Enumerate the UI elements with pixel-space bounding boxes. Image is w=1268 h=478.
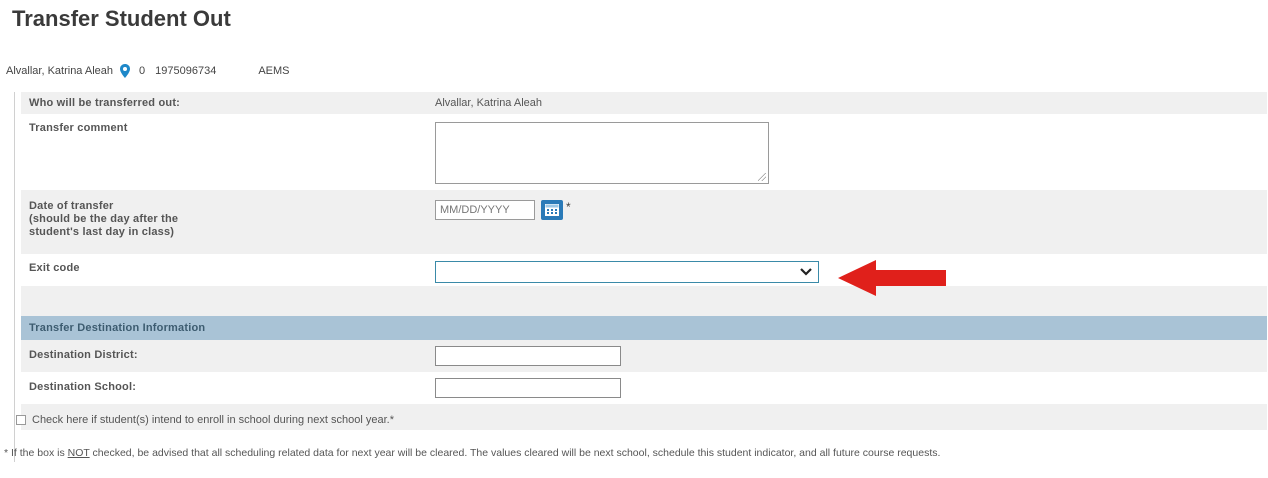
calendar-button[interactable]: [541, 200, 563, 220]
student-header: Alvallar, Katrina Aleah 0 1975096734 AEM…: [6, 64, 290, 78]
chevron-down-icon: [800, 268, 812, 276]
resize-grip-icon[interactable]: [758, 173, 766, 181]
student-grade: 0: [139, 65, 146, 77]
comment-label: Transfer comment: [29, 122, 128, 134]
destination-section-header: Transfer Destination Information: [21, 316, 1267, 340]
destination-school-input[interactable]: [435, 378, 621, 398]
enroll-next-year-label[interactable]: Check here if student(s) intend to enrol…: [32, 414, 394, 426]
student-name[interactable]: Alvallar, Katrina Aleah: [6, 65, 113, 77]
destination-district-label: Destination District:: [29, 349, 138, 361]
enroll-next-year-option[interactable]: Check here if student(s) intend to enrol…: [16, 414, 394, 426]
student-school: AEMS: [258, 65, 290, 77]
date-label-line1: Date of transfer: [29, 200, 114, 212]
destination-school-label: Destination School:: [29, 381, 137, 393]
calendar-icon: [545, 204, 559, 216]
transfer-form: Who will be transferred out: Alvallar, K…: [14, 92, 1268, 462]
row-spacer: [21, 286, 1267, 316]
who-value: Alvallar, Katrina Aleah: [435, 97, 543, 109]
enroll-next-year-checkbox[interactable]: [16, 415, 26, 425]
exit-code-select[interactable]: [435, 261, 819, 283]
destination-district-input[interactable]: [435, 346, 621, 366]
who-label: Who will be transferred out:: [29, 97, 181, 109]
footnote-emphasis: NOT: [67, 447, 90, 459]
row-who: Who will be transferred out: Alvallar, K…: [21, 92, 1267, 114]
row-date: Date of transfer (should be the day afte…: [21, 190, 1267, 254]
student-id: 1975096734: [155, 65, 217, 77]
page-title: Transfer Student Out: [12, 6, 231, 31]
date-label: Date of transfer (should be the day afte…: [29, 200, 178, 239]
date-label-line3: student's last day in class): [29, 226, 175, 238]
destination-section-title: Transfer Destination Information: [29, 322, 206, 334]
exit-code-label: Exit code: [29, 262, 80, 274]
row-comment: Transfer comment: [21, 114, 1267, 190]
footnote-suffix: checked, be advised that all scheduling …: [89, 447, 941, 459]
row-exit-code: Exit code: [21, 254, 1267, 286]
transfer-comment-textarea[interactable]: [435, 122, 769, 184]
required-mark: *: [566, 200, 571, 214]
location-pin-icon[interactable]: [119, 64, 131, 78]
red-arrow-annotation: [838, 260, 946, 296]
row-destination-district: Destination District:: [21, 340, 1267, 372]
footnote: * If the box is NOT checked, be advised …: [4, 447, 940, 459]
date-label-line2: (should be the day after the: [29, 213, 179, 225]
footnote-prefix: * If the box is: [4, 447, 68, 459]
row-destination-school: Destination School:: [21, 372, 1267, 404]
date-of-transfer-input[interactable]: [435, 200, 535, 220]
